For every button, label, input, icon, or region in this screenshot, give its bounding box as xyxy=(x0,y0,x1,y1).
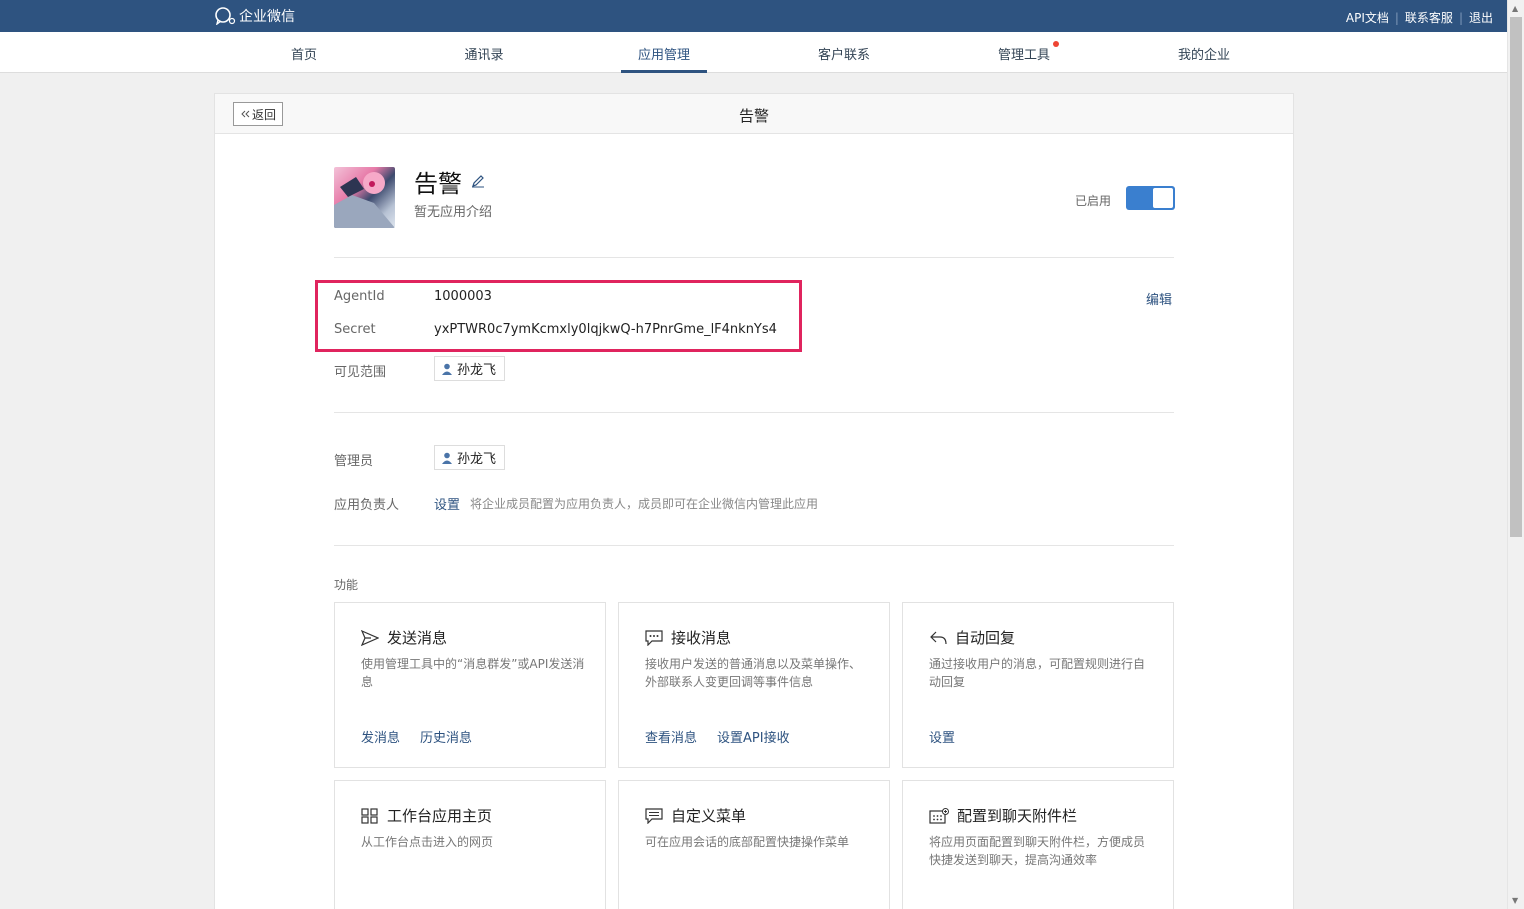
feature-card-chat-toolbar: 配置到聊天附件栏 将应用页面配置到聊天附件栏，方便成员快捷发送到聊天，提高沟通效… xyxy=(902,780,1174,909)
visibility-label: 可见范围 xyxy=(334,365,387,380)
nav-app-management[interactable]: 应用管理 xyxy=(621,44,707,63)
nav-home[interactable]: 首页 xyxy=(272,44,336,63)
feature-title: 自定义菜单 xyxy=(645,805,746,826)
brand-logo[interactable]: 企业微信 xyxy=(214,6,295,26)
send-icon xyxy=(361,629,379,646)
divider xyxy=(334,257,1174,258)
separator: | xyxy=(1394,10,1399,25)
grid-icon xyxy=(361,807,378,824)
logout-link[interactable]: 退出 xyxy=(1469,9,1493,26)
feature-title: 自动回复 xyxy=(929,627,1015,648)
feature-title-text: 配置到聊天附件栏 xyxy=(957,807,1078,825)
separator: | xyxy=(1458,10,1463,25)
features-section-label: 功能 xyxy=(334,578,359,592)
feature-card-receive-message: 接收消息 接收用户发送的普通消息以及菜单操作、外部联系人变更回调等事件信息 查看… xyxy=(618,602,890,768)
admin-member-name: 孙龙飞 xyxy=(457,452,497,467)
feature-title: 接收消息 xyxy=(645,627,731,648)
scroll-thumb[interactable] xyxy=(1510,17,1522,537)
edit-name-pencil-icon[interactable] xyxy=(471,174,485,192)
credentials-highlight-box xyxy=(315,280,802,352)
visibility-member-chip[interactable]: 孙龙飞 xyxy=(434,356,506,381)
set-api-receive-link[interactable]: 设置API接收 xyxy=(717,727,790,746)
enable-toggle[interactable] xyxy=(1126,186,1175,210)
wecom-logo-icon xyxy=(215,7,236,25)
enabled-status-label: 已启用 xyxy=(1075,194,1112,208)
app-name: 告警 xyxy=(414,170,462,198)
edit-credentials-link[interactable]: 编辑 xyxy=(1146,289,1172,308)
feature-description: 可在应用会话的底部配置快捷操作菜单 xyxy=(645,835,850,849)
feature-title: 配置到聊天附件栏 xyxy=(929,805,1077,826)
feature-title: 发送消息 xyxy=(361,627,447,648)
feature-description: 将应用页面配置到聊天附件栏，方便成员快捷发送到聊天，提高沟通效率 xyxy=(929,835,1146,867)
feature-card-workbench-home: 工作台应用主页 从工作台点击进入的网页 xyxy=(334,780,606,909)
app-detail-card: 返回 告警 告警 暂无应用介绍 已启用 AgentId 1000003 Secr… xyxy=(214,93,1294,909)
admin-label: 管理员 xyxy=(334,454,374,469)
avatar-image-icon xyxy=(334,172,395,228)
menu-icon xyxy=(645,807,663,824)
main-nav: 首页 通讯录 应用管理 客户联系 管理工具 我的企业 xyxy=(0,32,1507,73)
visibility-member-name: 孙龙飞 xyxy=(457,363,497,378)
divider xyxy=(334,545,1174,546)
nav-my-company[interactable]: 我的企业 xyxy=(1161,44,1247,63)
toggle-knob xyxy=(1153,188,1173,208)
feature-title-text: 自定义菜单 xyxy=(671,807,747,825)
auto-reply-settings-link[interactable]: 设置 xyxy=(929,727,955,746)
nav-contacts[interactable]: 通讯录 xyxy=(452,44,516,63)
feature-title-text: 自动回复 xyxy=(955,629,1016,647)
card-header: 返回 告警 xyxy=(215,94,1293,134)
feature-title-text: 接收消息 xyxy=(671,629,732,647)
top-links: API文档 | 联系客服 | 退出 xyxy=(1346,9,1493,26)
active-tab-indicator xyxy=(621,70,707,73)
nav-customer-contact[interactable]: 客户联系 xyxy=(801,44,887,63)
user-icon xyxy=(442,363,452,375)
feature-actions: 发消息 历史消息 xyxy=(361,727,492,746)
user-icon xyxy=(442,452,452,464)
divider xyxy=(334,412,1174,413)
owner-hint: 将企业成员配置为应用负责人，成员即可在企业微信内管理此应用 xyxy=(470,497,819,511)
scroll-up-arrow-icon[interactable]: ▲ xyxy=(1512,4,1518,13)
contact-support-link[interactable]: 联系客服 xyxy=(1405,9,1453,26)
feature-card-custom-menu: 自定义菜单 可在应用会话的底部配置快捷操作菜单 xyxy=(618,780,890,909)
feature-card-auto-reply: 自动回复 通过接收用户的消息，可配置规则进行自动回复 设置 xyxy=(902,602,1174,768)
owner-label: 应用负责人 xyxy=(334,498,400,513)
receive-message-icon xyxy=(645,629,663,646)
feature-title-text: 发送消息 xyxy=(387,629,448,647)
page-scrollbar[interactable]: ▲ ▼ xyxy=(1507,0,1524,909)
set-owner-link[interactable]: 设置 xyxy=(434,494,460,513)
app-avatar xyxy=(334,167,395,228)
admin-member-chip[interactable]: 孙龙飞 xyxy=(434,445,506,470)
send-message-link[interactable]: 发消息 xyxy=(361,727,400,746)
feature-card-send-message: 发送消息 使用管理工具中的“消息群发”或API发送消息 发消息 历史消息 xyxy=(334,602,606,768)
feature-description: 使用管理工具中的“消息群发”或API发送消息 xyxy=(361,657,585,689)
feature-description: 接收用户发送的普通消息以及菜单操作、外部联系人变更回调等事件信息 xyxy=(645,657,862,689)
view-messages-link[interactable]: 查看消息 xyxy=(645,727,697,746)
feature-description: 从工作台点击进入的网页 xyxy=(361,835,494,849)
scroll-down-arrow-icon[interactable]: ▼ xyxy=(1512,896,1518,905)
feature-title: 工作台应用主页 xyxy=(361,805,492,826)
page-title: 告警 xyxy=(738,107,769,125)
brand-name: 企业微信 xyxy=(239,9,295,25)
feature-title-text: 工作台应用主页 xyxy=(387,807,493,825)
feature-actions: 查看消息 设置API接收 xyxy=(645,727,810,746)
notification-dot xyxy=(1053,41,1059,47)
chat-toolbar-icon xyxy=(929,807,949,824)
app-description: 暂无应用介绍 xyxy=(414,205,493,220)
reply-icon xyxy=(930,631,947,644)
api-docs-link[interactable]: API文档 xyxy=(1346,9,1389,26)
top-bar: 企业微信 API文档 | 联系客服 | 退出 xyxy=(0,0,1507,32)
feature-description: 通过接收用户的消息，可配置规则进行自动回复 xyxy=(929,657,1146,689)
history-messages-link[interactable]: 历史消息 xyxy=(420,727,472,746)
feature-actions: 设置 xyxy=(929,727,975,746)
